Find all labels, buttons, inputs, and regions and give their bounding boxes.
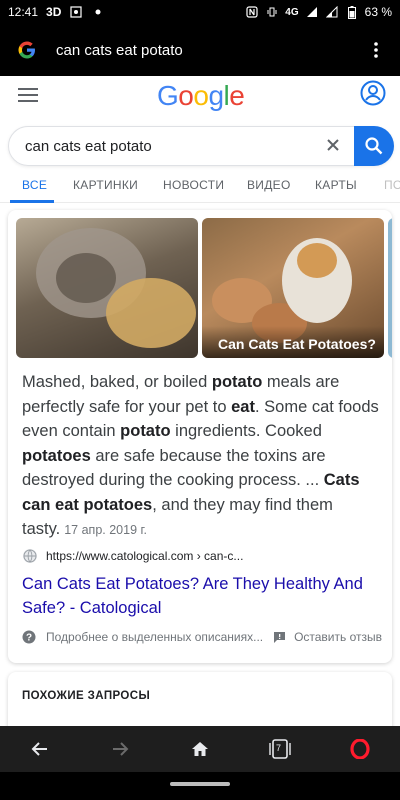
gesture-navigation-bar (0, 772, 400, 800)
source-url: https://www.catological.com › can-c... (46, 549, 244, 563)
potato-shape (106, 278, 196, 348)
active-tab-indicator (10, 200, 54, 203)
snippet-bold: eat (231, 397, 255, 416)
google-header: Google (0, 76, 400, 120)
globe-icon (22, 548, 38, 564)
snippet-bold: potato (211, 373, 263, 391)
google-logo-text: Google (157, 80, 245, 111)
google-icon (16, 39, 38, 61)
svg-text:?: ? (26, 633, 32, 644)
search-tabs: ВСЕ КАРТИНКИ НОВОСТИ ВИДЕО КАРТЫ ПО (0, 168, 400, 203)
image-caption: Can Cats Eat Potatoes? (202, 326, 384, 358)
google-logo[interactable]: Google (157, 80, 245, 112)
snippet-footer: ? Подробнее о выделенных описаниях... Ос… (22, 630, 382, 644)
signal-strength-icon (305, 5, 319, 19)
status-time: 12:41 (8, 5, 39, 19)
menu-icon[interactable] (18, 88, 38, 104)
feedback-link[interactable]: Оставить отзыв (273, 630, 382, 644)
home-icon[interactable] (188, 737, 212, 761)
image-carousel: Can Cats Eat Potatoes? (16, 218, 392, 358)
search-button[interactable] (354, 126, 394, 166)
tab-news[interactable]: НОВОСТИ (163, 178, 224, 192)
nfc-icon (245, 5, 259, 19)
opera-menu-icon[interactable] (348, 737, 372, 761)
search-box (8, 126, 394, 166)
browser-bottom-bar: 7 (0, 726, 400, 772)
featured-snippet-card: Can Cats Eat Potatoes? Mashed, baked, or… (8, 210, 392, 663)
search-icon (365, 137, 383, 155)
home-gesture-handle[interactable] (170, 782, 230, 786)
screenshot-icon (69, 5, 83, 19)
snippet-part: Mashed, baked, or boiled (22, 373, 212, 391)
snippet-part: ingredients. Cooked (170, 422, 322, 440)
battery-percent: 63 % (364, 5, 392, 19)
result-source[interactable]: https://www.catological.com › can-c... (22, 548, 243, 564)
image-3-partial[interactable] (388, 218, 392, 358)
about-snippets-link[interactable]: Подробнее о выделенных описаниях... (46, 630, 263, 644)
logo-letter: o (178, 80, 194, 111)
status-3d: 3D (46, 5, 62, 19)
forward-arrow-icon[interactable] (108, 737, 132, 761)
feedback-label: Оставить отзыв (294, 630, 382, 644)
tab-images[interactable]: КАРТИНКИ (73, 178, 138, 192)
tab-video[interactable]: ВИДЕО (247, 178, 291, 192)
snippet-bold: potato (120, 422, 171, 440)
tab-more[interactable]: ПО (384, 178, 400, 192)
search-input[interactable] (23, 136, 307, 156)
account-icon[interactable] (360, 80, 386, 106)
back-arrow-icon[interactable] (28, 737, 52, 761)
battery-icon (345, 5, 359, 19)
signal-4g-label: 4G (285, 6, 299, 18)
tab-count: 7 (276, 743, 282, 753)
vibrate-icon (265, 5, 279, 19)
result-title-link[interactable]: Can Cats Eat Potatoes? Are They Healthy … (22, 572, 382, 620)
kitten-head-shape (56, 253, 116, 303)
kitten-head-shape (297, 243, 337, 278)
kitten-image-1[interactable] (16, 218, 198, 358)
status-bar: 12:41 3D 4G 63 % (0, 0, 400, 24)
logo-letter: g (208, 80, 224, 111)
related-searches-card: ПОХОЖИЕ ЗАПРОСЫ (8, 672, 392, 732)
tabs-switcher-button[interactable]: 7 (268, 737, 292, 761)
notification-dot-icon (91, 5, 105, 19)
address-bar-url[interactable]: can cats eat potato (56, 42, 183, 59)
browser-address-bar: can cats eat potato (0, 24, 400, 76)
related-searches-title: ПОХОЖИЕ ЗАПРОСЫ (22, 690, 151, 702)
signal-strength-2-icon (325, 5, 339, 19)
feedback-icon (274, 631, 286, 643)
help-icon[interactable]: ? (22, 630, 36, 644)
logo-letter: e (229, 80, 245, 111)
kitten-image-2[interactable]: Can Cats Eat Potatoes? (202, 218, 384, 358)
tab-all[interactable]: ВСЕ (22, 178, 47, 192)
snippet-bold: potatoes (22, 446, 91, 465)
tab-maps[interactable]: КАРТЫ (315, 178, 357, 192)
clear-icon[interactable] (323, 135, 343, 155)
snippet-text: Mashed, baked, or boiled potato meals ar… (22, 370, 382, 543)
logo-letter: o (193, 80, 209, 111)
snippet-date: 17 апр. 2019 г. (64, 523, 148, 537)
more-vert-icon[interactable] (366, 38, 386, 62)
logo-letter: G (157, 80, 179, 111)
